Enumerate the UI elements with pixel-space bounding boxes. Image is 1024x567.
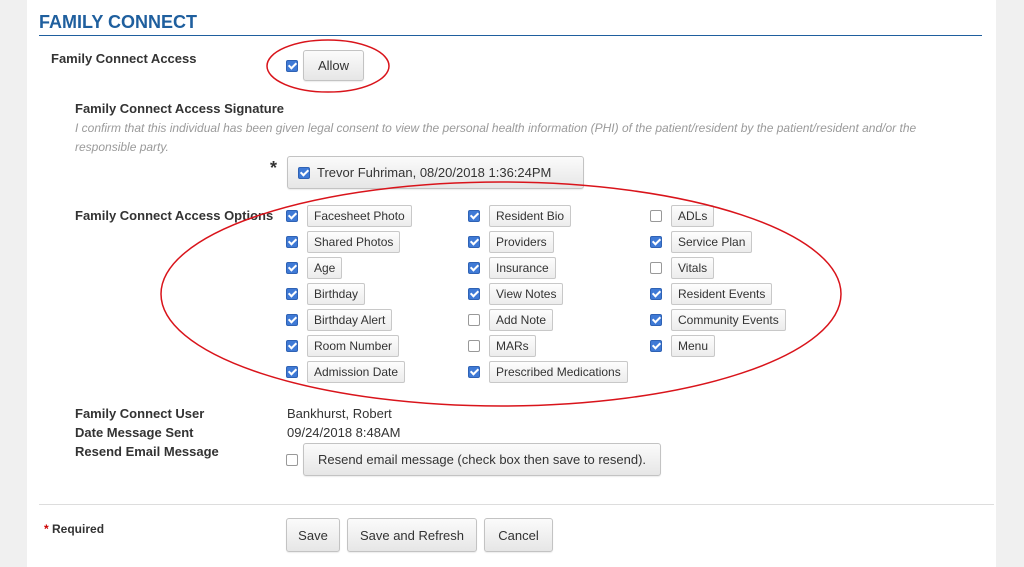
option-item[interactable]: Add Note — [468, 309, 554, 331]
option-item[interactable]: Menu — [650, 335, 716, 357]
option-checkbox[interactable] — [286, 314, 298, 326]
save-button[interactable]: Save — [286, 518, 340, 552]
cancel-button[interactable]: Cancel — [484, 518, 553, 552]
option-checkbox[interactable] — [286, 340, 298, 352]
user-value: Bankhurst, Robert — [287, 406, 392, 421]
signature-button[interactable]: Trevor Fuhriman, 08/20/2018 1:36:24PM — [287, 156, 584, 189]
option-item[interactable]: Insurance — [468, 257, 556, 279]
option-label[interactable]: Community Events — [671, 309, 786, 331]
option-item[interactable]: ADLs — [650, 205, 715, 227]
resend-checkbox[interactable] — [286, 454, 298, 466]
footer-divider — [39, 504, 994, 505]
option-item[interactable]: Birthday — [286, 283, 366, 305]
option-checkbox[interactable] — [286, 236, 298, 248]
option-checkbox[interactable] — [650, 236, 662, 248]
option-checkbox[interactable] — [650, 288, 662, 300]
date-sent-label: Date Message Sent — [75, 425, 194, 440]
option-checkbox[interactable] — [650, 262, 662, 274]
resend-label: Resend Email Message — [75, 444, 219, 459]
option-item[interactable]: Community Events — [650, 309, 786, 331]
option-item[interactable]: Shared Photos — [286, 231, 401, 253]
option-checkbox[interactable] — [286, 262, 298, 274]
signature-description: I confirm that this individual has been … — [75, 121, 917, 154]
option-label[interactable]: Room Number — [307, 335, 400, 357]
option-item[interactable]: View Notes — [468, 283, 564, 305]
option-checkbox[interactable] — [468, 236, 480, 248]
option-label[interactable]: Service Plan — [671, 231, 753, 253]
options-label: Family Connect Access Options — [75, 208, 274, 223]
option-label[interactable]: ADLs — [671, 205, 715, 227]
option-label[interactable]: Resident Bio — [489, 205, 572, 227]
signature-checkbox[interactable] — [298, 166, 310, 179]
option-label[interactable]: Age — [307, 257, 343, 279]
user-label: Family Connect User — [75, 406, 205, 421]
option-label[interactable]: Resident Events — [671, 283, 773, 305]
option-checkbox[interactable] — [468, 262, 480, 274]
required-text: Required — [52, 522, 105, 536]
option-label[interactable]: MARs — [489, 335, 536, 357]
option-item[interactable]: Admission Date — [286, 361, 406, 383]
option-checkbox[interactable] — [650, 210, 662, 222]
option-label[interactable]: Facesheet Photo — [307, 205, 412, 227]
option-item[interactable]: Birthday Alert — [286, 309, 393, 331]
title-divider — [39, 35, 982, 36]
option-checkbox[interactable] — [286, 366, 298, 378]
required-marker: * — [270, 158, 278, 178]
option-checkbox[interactable] — [286, 210, 298, 222]
option-label[interactable]: Providers — [489, 231, 554, 253]
option-label[interactable]: Prescribed Medications — [489, 361, 628, 383]
option-item[interactable]: Resident Events — [650, 283, 773, 305]
option-item[interactable]: Prescribed Medications — [468, 361, 628, 383]
option-label[interactable]: Insurance — [489, 257, 556, 279]
option-item[interactable]: Age — [286, 257, 343, 279]
option-checkbox[interactable] — [650, 314, 662, 326]
option-checkbox[interactable] — [468, 210, 480, 222]
option-label[interactable]: Birthday — [307, 283, 366, 305]
date-sent-value: 09/24/2018 8:48AM — [287, 425, 401, 440]
resend-button[interactable]: Resend email message (check box then sav… — [303, 443, 661, 476]
option-checkbox[interactable] — [468, 340, 480, 352]
required-star: * — [44, 522, 49, 536]
option-checkbox[interactable] — [468, 366, 480, 378]
option-label[interactable]: Vitals — [671, 257, 715, 279]
option-item[interactable]: Room Number — [286, 335, 400, 357]
option-item[interactable]: Providers — [468, 231, 554, 253]
option-item[interactable]: Service Plan — [650, 231, 753, 253]
option-item[interactable]: Vitals — [650, 257, 715, 279]
option-label[interactable]: Admission Date — [307, 361, 406, 383]
option-checkbox[interactable] — [468, 288, 480, 300]
option-label[interactable]: View Notes — [489, 283, 564, 305]
section-title: FAMILY CONNECT — [39, 12, 198, 32]
allow-button[interactable]: Allow — [303, 50, 364, 81]
option-item[interactable]: Facesheet Photo — [286, 205, 412, 227]
option-checkbox[interactable] — [650, 340, 662, 352]
required-note: * Required — [44, 522, 104, 536]
option-label[interactable]: Menu — [671, 335, 716, 357]
option-label[interactable]: Birthday Alert — [307, 309, 393, 331]
option-label[interactable]: Add Note — [489, 309, 554, 331]
option-label[interactable]: Shared Photos — [307, 231, 401, 253]
signature-label: Family Connect Access Signature — [75, 101, 285, 116]
access-label: Family Connect Access — [51, 51, 197, 66]
access-checkbox[interactable] — [286, 60, 298, 72]
option-item[interactable]: MARs — [468, 335, 536, 357]
option-checkbox[interactable] — [286, 288, 298, 300]
option-checkbox[interactable] — [468, 314, 480, 326]
signature-button-label: Trevor Fuhriman, 08/20/2018 1:36:24PM — [317, 165, 552, 180]
option-item[interactable]: Resident Bio — [468, 205, 572, 227]
save-and-refresh-button[interactable]: Save and Refresh — [347, 518, 477, 552]
